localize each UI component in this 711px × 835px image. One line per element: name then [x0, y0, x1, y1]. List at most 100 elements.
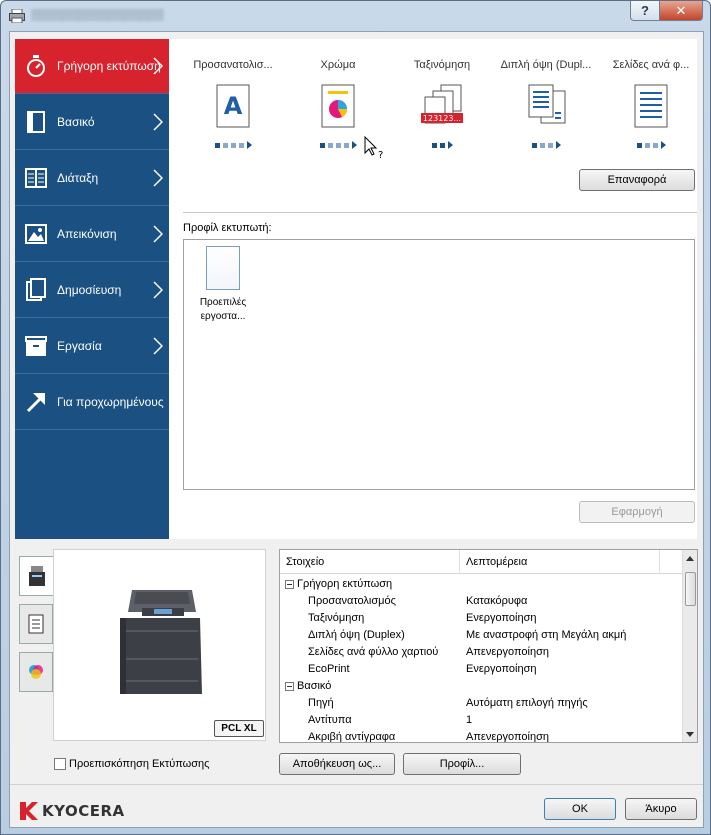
orientation-icon[interactable]: A: [210, 83, 256, 129]
pages-per-sheet-icon[interactable]: [628, 83, 674, 129]
sidebar-item-publishing[interactable]: Δημοσίευση: [15, 263, 169, 318]
sidebar-item-layout[interactable]: Διάταξη: [15, 151, 169, 206]
color-preview-tab[interactable]: [19, 652, 53, 692]
collapse-icon[interactable]: [285, 682, 294, 691]
printer-device-image: [120, 590, 202, 694]
row-value: 1: [466, 714, 473, 726]
sidebar-item-basic[interactable]: Βασικό: [15, 95, 169, 150]
list-row[interactable]: EcoPrint Ενεργοποίηση: [280, 661, 682, 678]
row-key: Πηγή: [308, 697, 334, 709]
duplex-options-indicator[interactable]: [496, 140, 596, 150]
cancel-button[interactable]: Άκυρο: [625, 798, 697, 820]
row-value: Ενεργοποίηση: [466, 663, 537, 675]
mouse-cursor-help-icon: ?: [364, 136, 383, 160]
quick-print-pages-per-sheet: Σελίδες ανά φ...: [601, 59, 701, 150]
chevron-right-icon: [153, 225, 163, 243]
save-as-button[interactable]: Αποθήκευση ως...: [279, 753, 395, 775]
list-row[interactable]: Διπλή όψη (Duplex) Με αναστροφή στη Μεγά…: [280, 627, 682, 644]
sidebar-item-imaging[interactable]: Απεικόνιση: [15, 207, 169, 262]
list-group-quick-print[interactable]: Γρήγορη εκτύπωση: [280, 576, 682, 593]
preview-tabs: [19, 556, 53, 696]
dialog-client-area: Γρήγορη εκτύπωση Βασικό Διάταξη Απεικόνι…: [9, 31, 704, 828]
printer-device-icon: [28, 566, 45, 586]
row-key: Σελίδες ανά φύλλο χαρτιού: [308, 646, 439, 658]
scroll-thumb[interactable]: [685, 572, 696, 606]
color-icon[interactable]: [315, 83, 361, 129]
sidebar-item-quick-print[interactable]: Γρήγορη εκτύπωση: [15, 39, 169, 94]
profile-button[interactable]: Προφίλ...: [403, 753, 521, 775]
sidebar-item-label: Γρήγορη εκτύπωση: [57, 59, 161, 73]
column-header-item[interactable]: Στοιχείο: [280, 550, 460, 574]
list-row[interactable]: Αντίτυπα 1: [280, 712, 682, 729]
list-group-basic[interactable]: Βασικό: [280, 678, 682, 695]
checkbox-box[interactable]: [54, 758, 66, 770]
apply-button[interactable]: Εφαρμογή: [579, 501, 695, 523]
collapse-icon[interactable]: [285, 580, 294, 589]
orientation-glyph: A: [224, 92, 243, 120]
help-button[interactable]: ?: [630, 1, 660, 21]
list-header: Στοιχείο Λεπτομέρεια: [280, 550, 682, 574]
window-title: ▒▒▒▒▒▒▒▒▒▒▒▒▒▒▒▒▒: [31, 9, 164, 21]
sidebar-item-label: Απεικόνιση: [57, 227, 117, 241]
print-preferences-window: ▒▒▒▒▒▒▒▒▒▒▒▒▒▒▒▒▒ ? ✕ Γρήγορη εκτύπωση Β…: [0, 0, 711, 835]
duplex-icon[interactable]: [523, 83, 569, 129]
brand-name: KYOCERA: [42, 802, 125, 820]
document-basic-icon: [27, 111, 45, 133]
quick-print-duplex: Διπλή όψη (Dupl...: [496, 59, 596, 150]
page-preview-tab[interactable]: [19, 604, 53, 644]
settings-summary-list[interactable]: Στοιχείο Λεπτομέρεια Γρήγορη εκτύπωση Πρ…: [279, 549, 698, 743]
list-row[interactable]: Πηγή Αυτόματη επιλογή πηγής: [280, 695, 682, 712]
vertical-scrollbar[interactable]: [682, 550, 697, 742]
kyocera-logo: KYOCERA: [20, 802, 125, 820]
list-row[interactable]: Προσανατολισμός Κατακόρυφα: [280, 593, 682, 610]
profile-item-factory-defaults[interactable]: Προεπιλές εργοστα...: [188, 246, 258, 324]
print-preview-checkbox[interactable]: Προεπισκόπηση Εκτύπωσης: [54, 758, 209, 770]
collate-glyph: 123123...: [423, 114, 461, 123]
list-row[interactable]: Σελίδες ανά φύλλο χαρτιού Απενεργοποίηση: [280, 644, 682, 661]
profile-name-line2: εργοστα...: [200, 311, 246, 322]
printer-icon: [9, 9, 25, 23]
title-bar[interactable]: ▒▒▒▒▒▒▒▒▒▒▒▒▒▒▒▒▒ ? ✕: [1, 1, 710, 31]
row-value: Κατακόρυφα: [466, 595, 528, 607]
page-icon: [28, 614, 44, 634]
quick-print-panel: Προσανατολισ... A Χρώμα Ταξινόμηση 12312…: [169, 39, 697, 539]
checkbox-label: Προεπισκόπηση Εκτύπωσης: [69, 758, 210, 770]
collate-options-indicator[interactable]: [392, 140, 492, 150]
row-key: Βασικό: [297, 680, 332, 692]
sidebar-item-job[interactable]: Εργασία: [15, 319, 169, 374]
divider: [183, 212, 697, 213]
printer-preview-pane: PCL XL: [53, 549, 266, 741]
advanced-arrow-icon: [26, 393, 45, 413]
ok-button[interactable]: OK: [544, 798, 616, 820]
row-value: Αυτόματη επιλογή πηγής: [466, 697, 588, 709]
close-button[interactable]: ✕: [659, 1, 703, 21]
list-row[interactable]: Ταξινόμηση Ενεργοποίηση: [280, 610, 682, 627]
pages-per-sheet-options-indicator[interactable]: [601, 140, 701, 150]
row-key: Προσανατολισμός: [308, 595, 396, 607]
column-header: Ταξινόμηση: [413, 59, 471, 71]
sidebar: Γρήγορη εκτύπωση Βασικό Διάταξη Απεικόνι…: [15, 39, 169, 539]
printer-preview-tab[interactable]: [19, 556, 53, 596]
orientation-options-indicator[interactable]: [183, 140, 283, 150]
scroll-down-icon[interactable]: [686, 732, 694, 737]
image-icon: [25, 224, 47, 244]
column-header-detail[interactable]: Λεπτομέρεια: [460, 550, 660, 574]
stopwatch-icon: [27, 55, 45, 77]
collate-icon[interactable]: 123123...: [419, 83, 465, 129]
row-value: Απενεργοποίηση: [466, 731, 549, 743]
chevron-right-icon: [153, 337, 163, 355]
quick-print-orientation: Προσανατολισ... A: [183, 59, 283, 150]
profile-name-line1: Προεπιλές: [199, 297, 247, 308]
sidebar-item-advanced[interactable]: Για προχωρημένους: [15, 375, 169, 430]
list-row[interactable]: Ακριβή αντίγραφα Απενεργοποίηση: [280, 729, 682, 743]
row-key: EcoPrint: [308, 663, 350, 675]
chevron-right-icon: [153, 57, 163, 75]
kyocera-mark-icon: [20, 802, 38, 820]
scroll-up-icon[interactable]: [686, 556, 694, 561]
footer-divider: [10, 784, 703, 785]
color-circles-icon: [29, 665, 43, 679]
row-value: Ενεργοποίηση: [466, 612, 537, 624]
reset-button[interactable]: Επαναφορά: [579, 169, 695, 191]
layout-icon: [25, 168, 47, 188]
pdl-badge: PCL XL: [214, 720, 264, 737]
